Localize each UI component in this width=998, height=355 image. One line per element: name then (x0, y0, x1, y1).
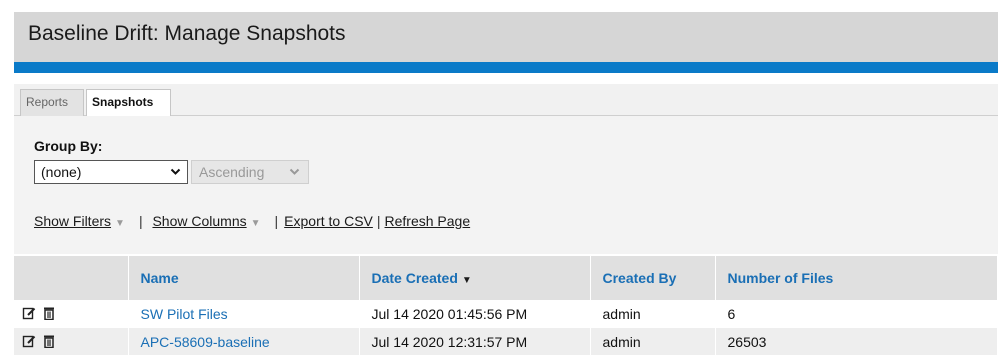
tab-snapshots[interactable]: Snapshots (86, 89, 171, 117)
accent-strip (14, 62, 998, 73)
group-by-value: (none) (41, 164, 82, 180)
date-created-cell: Jul 14 2020 12:31:57 PM (359, 328, 591, 355)
snapshot-name-link[interactable]: APC-58609-baseline (128, 328, 360, 355)
column-header-actions (14, 256, 129, 300)
group-by-label: Group By: (34, 138, 103, 154)
number-of-files-cell: 6 (715, 300, 998, 328)
sort-order-select[interactable]: Ascending (191, 160, 309, 184)
group-by-select[interactable]: (none) (34, 160, 188, 184)
chevron-down-icon (289, 161, 300, 190)
created-by-cell: admin (590, 300, 716, 328)
table-row: APC-58609-baseline Jul 14 2020 12:31:57 … (14, 328, 998, 355)
trash-icon[interactable] (43, 334, 55, 351)
table-header-row: Name Date Created ▼ Created By Number of … (14, 256, 998, 300)
row-actions (14, 300, 129, 328)
divider: | (274, 213, 279, 229)
edit-icon[interactable] (22, 306, 36, 323)
number-of-files-cell: 26503 (715, 328, 998, 355)
divider: | (138, 213, 143, 229)
column-header-created-by[interactable]: Created By (590, 256, 716, 300)
snapshot-name-link[interactable]: SW Pilot Files (128, 300, 360, 328)
date-created-cell: Jul 14 2020 01:45:56 PM (359, 300, 591, 328)
refresh-page-link[interactable]: Refresh Page (385, 213, 471, 229)
tab-reports[interactable]: Reports (20, 89, 84, 117)
column-header-date-created[interactable]: Date Created ▼ (359, 256, 591, 300)
sort-order-value: Ascending (199, 164, 265, 180)
actions-bar: Show Filters ▼ | Show Columns ▼ | Export to C… (34, 213, 470, 229)
title-bar: Baseline Drift: Manage Snapshots (14, 12, 998, 62)
row-actions (14, 328, 129, 355)
sort-desc-icon: ▼ (461, 275, 472, 286)
export-csv-link[interactable]: Export to CSV (284, 213, 373, 229)
table-row: SW Pilot Files Jul 14 2020 01:45:56 PM a… (14, 300, 998, 328)
caret-down-icon[interactable]: ▼ (115, 218, 125, 229)
show-columns-link[interactable]: Show Columns (152, 213, 246, 229)
chevron-down-icon (170, 161, 181, 190)
edit-icon[interactable] (22, 334, 36, 351)
options-panel (14, 116, 998, 254)
trash-icon[interactable] (43, 306, 55, 323)
column-header-name[interactable]: Name (128, 256, 360, 300)
snapshots-table: Name Date Created ▼ Created By Number of … (14, 256, 998, 355)
created-by-cell: admin (590, 328, 716, 355)
column-header-number-of-files[interactable]: Number of Files (715, 256, 998, 300)
caret-down-icon[interactable]: ▼ (251, 218, 261, 229)
page-title: Baseline Drift: Manage Snapshots (28, 22, 346, 45)
show-filters-link[interactable]: Show Filters (34, 213, 111, 229)
divider: | (376, 213, 381, 229)
